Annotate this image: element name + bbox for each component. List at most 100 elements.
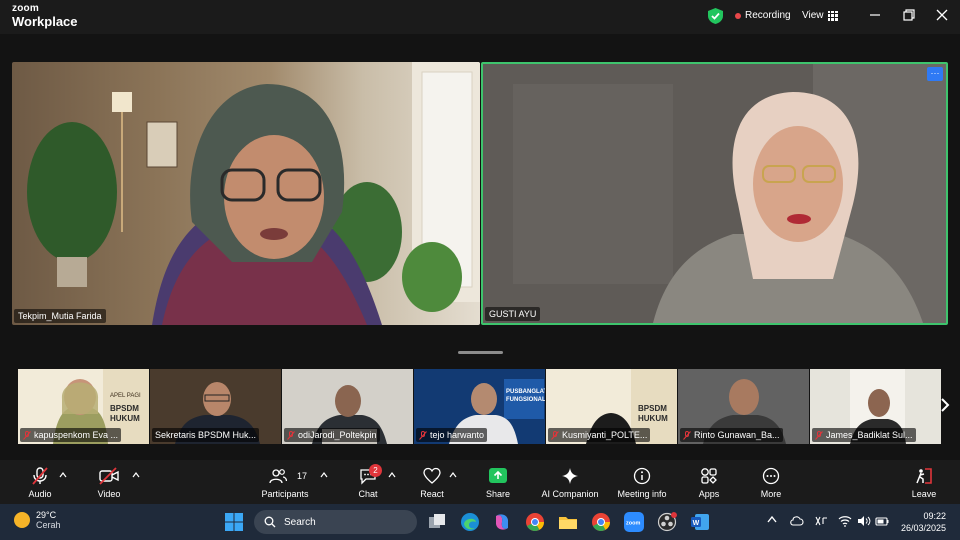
video-label: Video	[97, 489, 121, 499]
tile-name-label: GUSTI AYU	[485, 307, 541, 321]
chrome-icon[interactable]	[525, 512, 545, 532]
clock-date: 26/03/2025	[900, 523, 946, 533]
svg-text:W: W	[693, 520, 700, 527]
participants-options-caret-icon[interactable]	[320, 472, 328, 478]
svg-text:HUKUM: HUKUM	[638, 414, 668, 423]
muted-mic-icon	[287, 430, 295, 440]
word-icon[interactable]: W	[690, 512, 710, 532]
thumbnail-name-text: Rinto Gunawan_Ba...	[694, 430, 780, 440]
search-placeholder: Search	[284, 516, 316, 528]
meeting-info-label: Meeting info	[617, 489, 667, 499]
react-options-caret-icon[interactable]	[449, 472, 457, 478]
temperature: 29°C	[36, 510, 57, 520]
search-icon	[264, 516, 276, 528]
file-explorer-icon[interactable]	[558, 512, 578, 532]
thumbnail-tile[interactable]: Sekretaris BPSDM Huk...	[150, 369, 281, 444]
meeting-info-button[interactable]: Meeting info	[613, 460, 671, 504]
info-icon	[633, 467, 651, 485]
chat-options-caret-icon[interactable]	[388, 472, 396, 478]
apps-button[interactable]: Apps	[693, 460, 725, 504]
thumbnail-tile[interactable]: James_Badiklat Sul...	[810, 369, 941, 444]
leave-button[interactable]: Leave	[908, 460, 940, 504]
minimize-icon[interactable]	[868, 8, 882, 22]
muted-mic-icon	[23, 430, 31, 440]
taskbar-search-box[interactable]: Search	[254, 510, 417, 534]
thumbnail-name: Rinto Gunawan_Ba...	[680, 428, 783, 442]
thumbnail-name-text: James_Badiklat Sul...	[826, 430, 913, 440]
thumbnail-name: Kusmiyanti_POLTE...	[548, 428, 651, 442]
close-icon[interactable]	[935, 8, 949, 22]
task-view-icon[interactable]	[427, 512, 447, 532]
muted-mic-icon	[683, 430, 691, 440]
show-hidden-icons-caret[interactable]	[767, 515, 777, 523]
thumbnail-tile[interactable]: PUSBANGLAT FUNGSIONAL tejo harwanto	[414, 369, 545, 444]
thumbnail-tile[interactable]: odiJarodi_Poltekpin	[282, 369, 413, 444]
participants-icon	[269, 469, 287, 484]
ai-companion-label: AI Companion	[541, 489, 599, 499]
more-button[interactable]: More	[755, 460, 787, 504]
audio-options-caret-icon[interactable]	[59, 472, 67, 478]
security-shield-icon[interactable]	[708, 8, 723, 24]
muted-mic-icon	[815, 430, 823, 440]
weather-widget[interactable]: 29°C Cerah	[14, 510, 61, 530]
thumbnail-name: tejo harwanto	[416, 428, 488, 442]
clock-time: 09:22	[923, 511, 946, 521]
leave-label: Leave	[911, 489, 937, 499]
participants-button[interactable]: Participants	[258, 460, 312, 504]
video-tile-gusti-ayu[interactable]: ··· GUSTI AYU	[481, 62, 948, 325]
recording-dot-icon	[735, 12, 741, 19]
more-label: More	[760, 489, 782, 499]
video-button[interactable]: Video	[93, 460, 125, 504]
taskbar-clock[interactable]: 09:22 26/03/2025	[901, 510, 946, 534]
recording-label: Recording	[745, 10, 791, 21]
view-button[interactable]: View	[802, 10, 838, 21]
svg-text:APEL PAGI: APEL PAGI	[110, 393, 141, 399]
edge-browser-icon[interactable]	[460, 512, 480, 532]
tile-name-label: Tekpim_Mutia Farida	[14, 309, 106, 323]
sunny-weather-icon	[14, 512, 30, 528]
share-label: Share	[485, 489, 511, 499]
thumbnail-tile[interactable]: BPSDM HUKUM Kusmiyanti_POLTE...	[546, 369, 677, 444]
logo-line2: Workplace	[12, 14, 78, 29]
react-button[interactable]: React	[416, 460, 448, 504]
thumbnail-name: James_Badiklat Sul...	[812, 428, 916, 442]
audio-button[interactable]: Audio	[24, 460, 56, 504]
battery-icon[interactable]	[875, 515, 889, 527]
video-options-caret-icon[interactable]	[132, 472, 140, 478]
more-dots-icon	[762, 467, 780, 485]
zoom-logo: zoom Workplace	[12, 3, 78, 29]
wifi-icon[interactable]	[838, 515, 852, 527]
recording-indicator[interactable]: Recording	[735, 10, 791, 21]
input-indicator-icon[interactable]	[814, 515, 828, 527]
volume-icon[interactable]	[857, 515, 871, 527]
muted-mic-icon	[419, 430, 427, 440]
thumbnail-strip: APEL PAGI BPSDM HUKUM kapuspenkom Eva ..…	[18, 369, 942, 444]
ai-companion-button[interactable]: AI Companion	[538, 460, 602, 504]
windows-start-icon[interactable]	[224, 512, 244, 532]
apps-label: Apps	[698, 489, 720, 499]
thumbnail-name: odiJarodi_Poltekpin	[284, 428, 380, 442]
tile-options-button[interactable]: ···	[927, 67, 943, 81]
chevron-right-icon[interactable]	[940, 397, 950, 413]
mic-muted-icon	[32, 467, 48, 485]
logo-line1: zoom	[12, 3, 39, 14]
thumbnail-tile[interactable]: Rinto Gunawan_Ba...	[678, 369, 809, 444]
share-screen-icon	[489, 468, 507, 483]
restore-icon[interactable]	[902, 8, 916, 22]
chrome-profile-icon[interactable]	[591, 512, 611, 532]
zoom-app-icon[interactable]: zoom	[624, 512, 644, 532]
meeting-toolbar: Audio Video Participants 17 Chat 2 React…	[0, 460, 960, 504]
grid-view-icon	[827, 10, 838, 21]
svg-text:zoom: zoom	[626, 521, 640, 527]
thumbnail-tile[interactable]: APEL PAGI BPSDM HUKUM kapuspenkom Eva ..…	[18, 369, 149, 444]
copilot-icon[interactable]	[492, 512, 512, 532]
obs-icon[interactable]	[657, 512, 677, 532]
video-tile-tekpim[interactable]: Tekpim_Mutia Farida	[12, 62, 480, 325]
heart-icon	[423, 467, 441, 484]
ai-sparkle-icon	[562, 468, 578, 484]
thumbnail-name-text: odiJarodi_Poltekpin	[298, 430, 377, 440]
apps-icon	[701, 468, 717, 484]
share-button[interactable]: Share	[482, 460, 514, 504]
cloud-sync-icon[interactable]	[790, 515, 804, 527]
resize-handle[interactable]	[458, 351, 503, 354]
